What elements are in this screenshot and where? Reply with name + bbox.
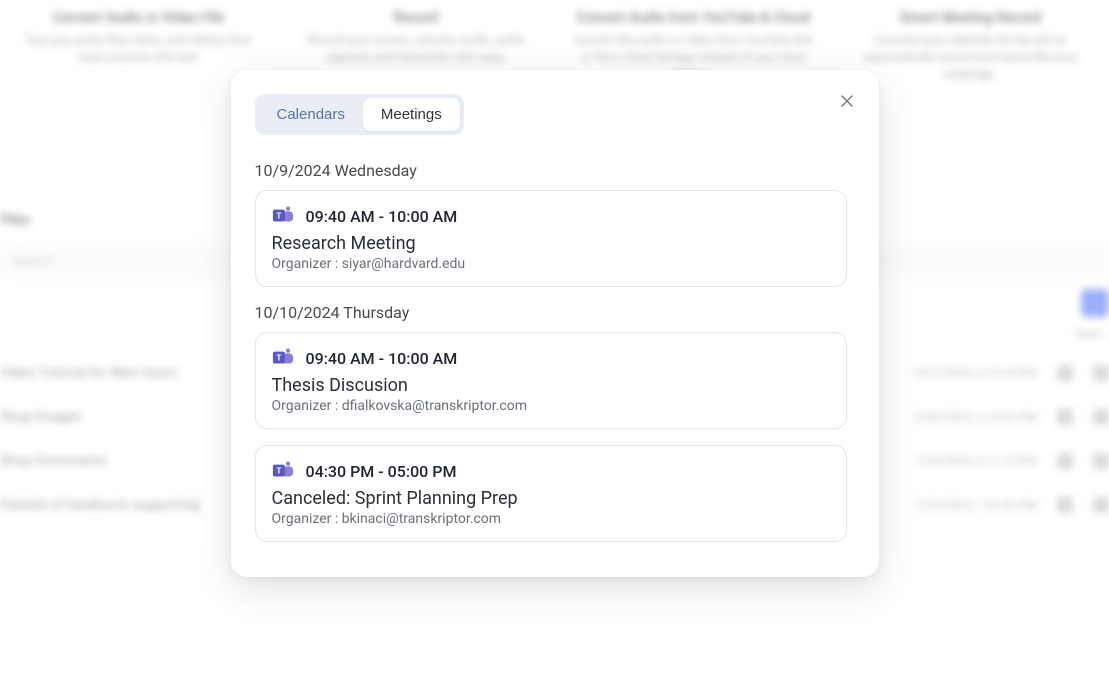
day-header: 10/10/2024 Thursday [255, 303, 847, 322]
svg-text:T: T [276, 466, 281, 475]
close-button[interactable] [835, 90, 859, 114]
meeting-title: Canceled: Sprint Planning Prep [272, 488, 830, 509]
meetings-list[interactable]: 10/9/2024 Wednesday T 09:40 AM - 10:00 A… [255, 153, 855, 553]
close-icon [839, 93, 855, 112]
svg-text:T: T [276, 353, 281, 362]
meeting-card[interactable]: T 09:40 AM - 10:00 AM Research Meeting O… [255, 190, 847, 287]
svg-text:T: T [276, 211, 281, 220]
meeting-time: 04:30 PM - 05:00 PM [306, 462, 457, 481]
tab-calendars[interactable]: Calendars [259, 98, 363, 131]
day-header: 10/9/2024 Wednesday [255, 161, 847, 180]
meeting-organizer: Organizer : siyar@hardvard.edu [272, 256, 830, 272]
tab-container: Calendars Meetings [255, 94, 464, 135]
modal-overlay: Calendars Meetings 10/9/2024 Wednesday T… [0, 0, 1109, 691]
meeting-organizer: Organizer : bkinaci@transkriptor.com [272, 511, 830, 527]
teams-icon: T [272, 460, 294, 482]
meeting-organizer: Organizer : dfialkovska@transkriptor.com [272, 398, 830, 414]
meetings-modal: Calendars Meetings 10/9/2024 Wednesday T… [231, 70, 879, 577]
meeting-time: 09:40 AM - 10:00 AM [306, 207, 458, 226]
meeting-title: Research Meeting [272, 233, 830, 254]
teams-icon: T [272, 347, 294, 369]
meeting-title: Thesis Discusion [272, 375, 830, 396]
meeting-card[interactable]: T 04:30 PM - 05:00 PM Canceled: Sprint P… [255, 445, 847, 542]
meeting-card[interactable]: T 09:40 AM - 10:00 AM Thesis Discusion O… [255, 332, 847, 429]
tab-meetings[interactable]: Meetings [363, 98, 460, 131]
meeting-time: 09:40 AM - 10:00 AM [306, 349, 458, 368]
teams-icon: T [272, 205, 294, 227]
